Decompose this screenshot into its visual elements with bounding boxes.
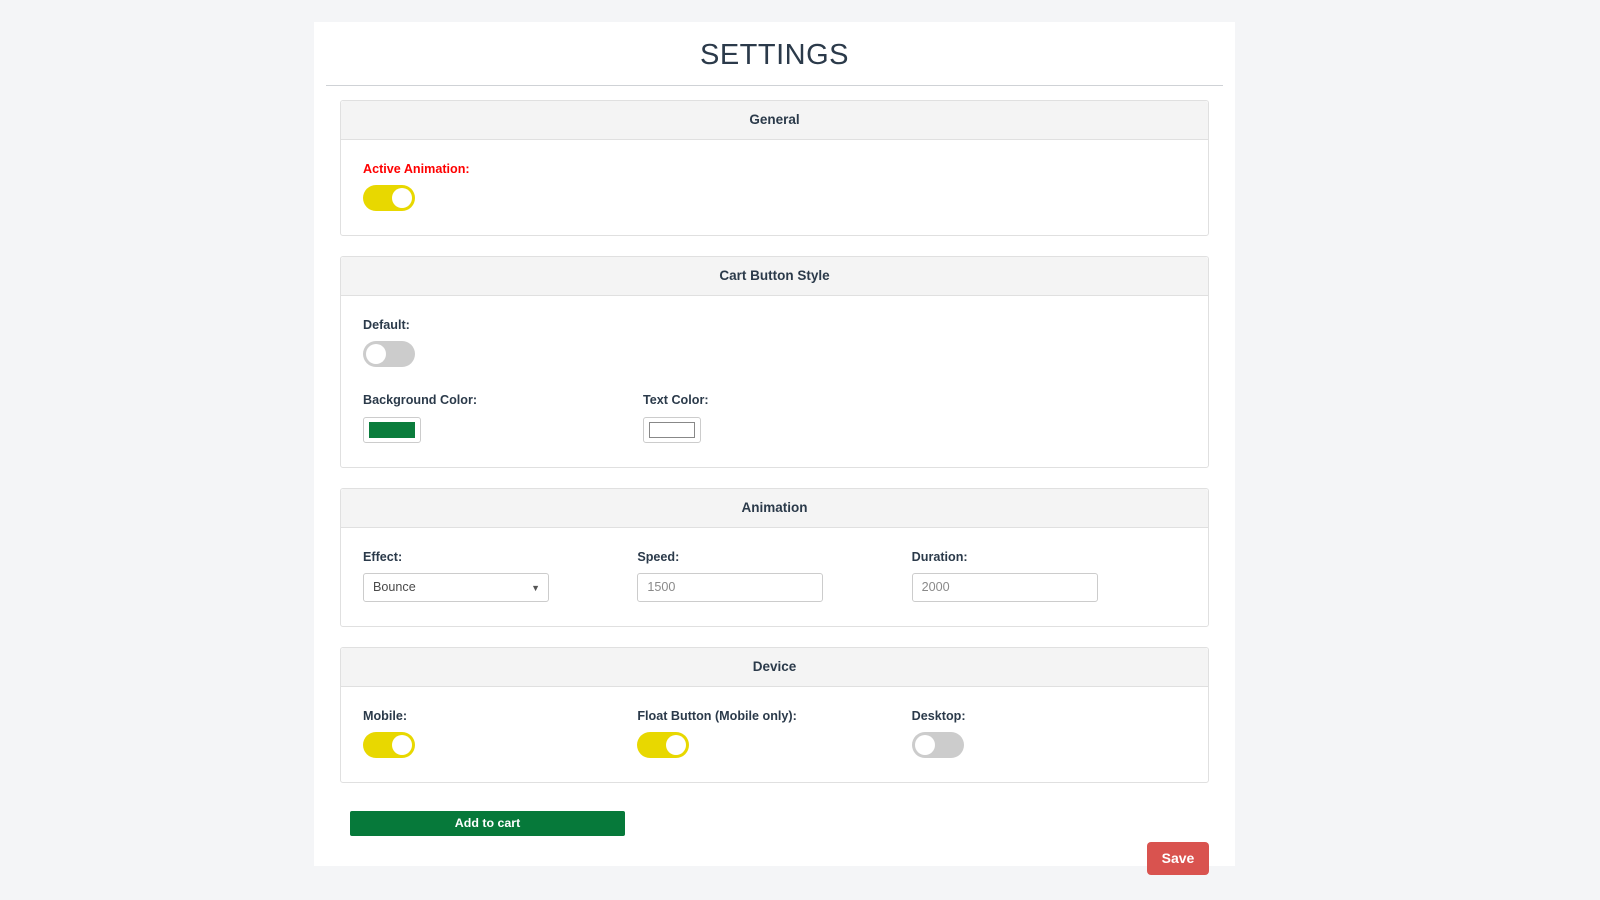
- settings-container: SETTINGS General Active Animation: Cart …: [314, 22, 1235, 866]
- active-animation-label: Active Animation:: [363, 162, 643, 177]
- default-style-toggle[interactable]: [363, 341, 415, 367]
- panel-body-device: Mobile: Float Button (Mobile only): Desk…: [341, 687, 1208, 782]
- effect-select-value: Bounce: [373, 580, 416, 594]
- mobile-toggle[interactable]: [363, 732, 415, 758]
- panel-body-general: Active Animation:: [341, 140, 1208, 235]
- actions-bar: Add to cart Save: [340, 803, 1209, 899]
- field-background-color: Background Color:: [363, 393, 643, 442]
- toggle-knob-icon: [392, 188, 412, 208]
- toggle-knob-icon: [392, 735, 412, 755]
- panel-body-animation: Effect: Bounce ▼ Speed: 1500 Duration: 2…: [341, 528, 1208, 626]
- background-color-label: Background Color:: [363, 393, 643, 408]
- color-chip: [649, 422, 695, 438]
- active-animation-toggle[interactable]: [363, 185, 415, 211]
- field-default-style: Default:: [363, 318, 643, 367]
- panel-heading-device: Device: [341, 648, 1208, 687]
- float-button-toggle[interactable]: [637, 732, 689, 758]
- field-text-color: Text Color:: [643, 393, 923, 442]
- panel-heading-cart-button-style: Cart Button Style: [341, 257, 1208, 296]
- float-button-label: Float Button (Mobile only):: [637, 709, 911, 724]
- panel-animation: Animation Effect: Bounce ▼ Speed: 1500: [340, 488, 1209, 627]
- panel-heading-general: General: [341, 101, 1208, 140]
- background-color-picker[interactable]: [363, 417, 421, 443]
- spacer: [363, 367, 1186, 393]
- desktop-toggle[interactable]: [912, 732, 964, 758]
- field-duration: Duration: 2000: [912, 550, 1186, 602]
- effect-label: Effect:: [363, 550, 637, 565]
- settings-page: SETTINGS General Active Animation: Cart …: [0, 0, 1600, 900]
- toggle-knob-icon: [915, 735, 935, 755]
- panel-general: General Active Animation:: [340, 100, 1209, 236]
- save-button[interactable]: Save: [1147, 842, 1209, 875]
- field-speed: Speed: 1500: [637, 550, 911, 602]
- text-color-label: Text Color:: [643, 393, 923, 408]
- default-style-label: Default:: [363, 318, 643, 333]
- panel-device: Device Mobile: Float Button (Mobile only…: [340, 647, 1209, 783]
- title-divider: [326, 85, 1223, 86]
- page-title: SETTINGS: [314, 22, 1235, 85]
- duration-label: Duration:: [912, 550, 1186, 565]
- panel-heading-animation: Animation: [341, 489, 1208, 528]
- add-to-cart-button[interactable]: Add to cart: [350, 811, 625, 836]
- effect-select[interactable]: Bounce ▼: [363, 573, 549, 602]
- duration-input[interactable]: 2000: [912, 573, 1098, 602]
- field-active-animation: Active Animation:: [363, 162, 643, 211]
- field-float-button: Float Button (Mobile only):: [637, 709, 911, 758]
- mobile-label: Mobile:: [363, 709, 637, 724]
- panel-cart-button-style: Cart Button Style Default: Background Co…: [340, 256, 1209, 467]
- toggle-knob-icon: [366, 344, 386, 364]
- text-color-picker[interactable]: [643, 417, 701, 443]
- speed-label: Speed:: [637, 550, 911, 565]
- field-desktop: Desktop:: [912, 709, 1186, 758]
- panel-body-cart-button-style: Default: Background Color:: [341, 296, 1208, 466]
- color-chip: [369, 422, 415, 438]
- field-mobile: Mobile:: [363, 709, 637, 758]
- desktop-label: Desktop:: [912, 709, 1186, 724]
- field-effect: Effect: Bounce ▼: [363, 550, 637, 602]
- toggle-knob-icon: [666, 735, 686, 755]
- speed-input[interactable]: 1500: [637, 573, 823, 602]
- chevron-down-icon: ▼: [531, 574, 540, 602]
